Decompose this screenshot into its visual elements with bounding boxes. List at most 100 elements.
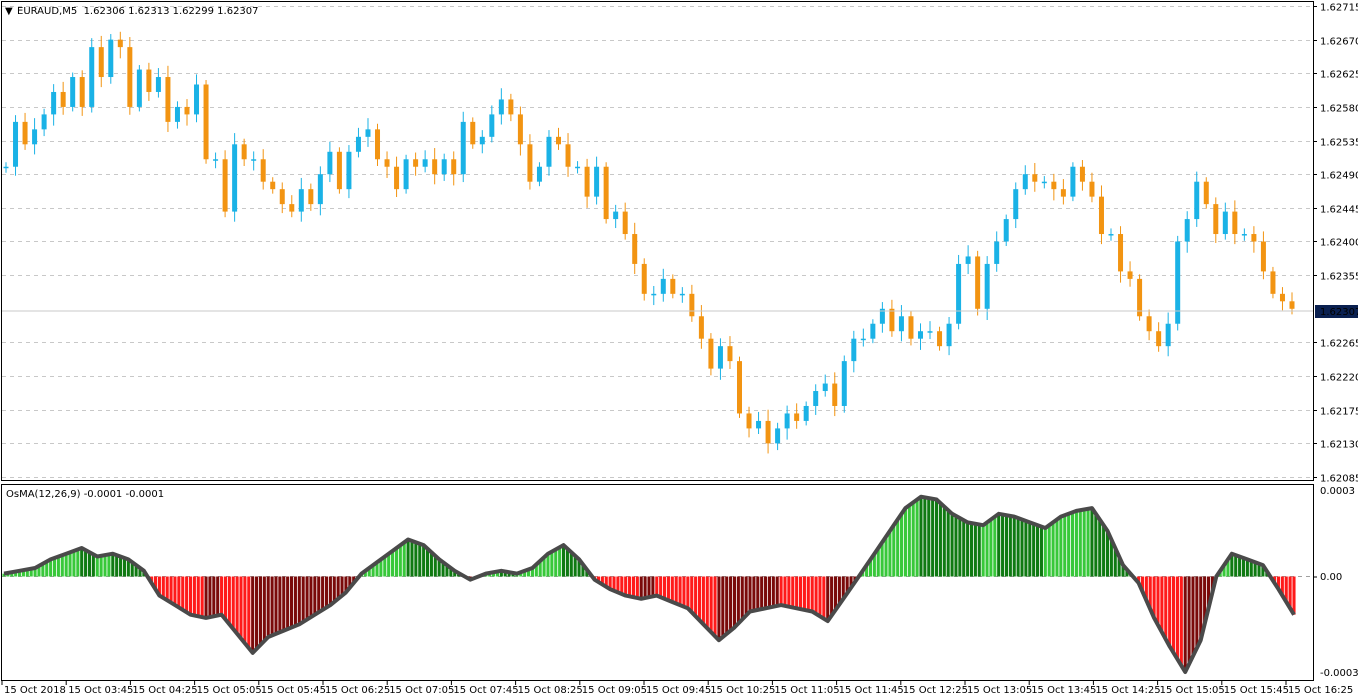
candle [241, 138, 247, 166]
candle-body [136, 69, 142, 107]
osma-bar [966, 522, 970, 577]
candle [1175, 235, 1181, 331]
osma-bar [80, 548, 84, 577]
candle [1079, 160, 1085, 191]
indicator-axis: 0.0003 0.00 -0.0003 [1313, 486, 1358, 679]
symbol-info: EURAUD,M5 1.62306 1.62313 1.62299 1.6230… [17, 6, 259, 17]
osma-bar [247, 576, 251, 649]
price-tick-label: 1.62220 [1320, 373, 1358, 384]
candle-body [108, 39, 114, 78]
candle [1108, 228, 1114, 241]
candle [108, 34, 114, 84]
osma-bar [235, 576, 239, 634]
candle-body [784, 413, 790, 429]
osma-bar [725, 576, 729, 634]
osma-bar [810, 576, 814, 612]
candle [70, 72, 76, 112]
symbol-arrow: ▼ [5, 6, 13, 17]
osma-bar [1238, 556, 1242, 577]
osma-bar [740, 576, 744, 620]
candle-body [689, 293, 695, 317]
osma-bar [68, 552, 72, 577]
osma-bar [1098, 519, 1102, 577]
osma-bar [1012, 516, 1016, 577]
candle-body [70, 77, 76, 107]
osma-bar [173, 576, 177, 606]
osma-bar [907, 505, 911, 577]
time-tick-label: 15 Oct 06:25 [325, 685, 390, 696]
candle-body [575, 166, 581, 169]
candle [365, 118, 371, 147]
indicator-tick-zero: 0.00 [1320, 572, 1342, 583]
osma-bar [985, 522, 989, 577]
candle-body [889, 308, 895, 332]
candle [1070, 162, 1076, 202]
osma-bar [651, 576, 655, 597]
candle-body [975, 256, 981, 309]
osma-bar [208, 576, 212, 618]
osma-bar [266, 576, 270, 637]
candle [346, 145, 352, 199]
osma-bar [91, 554, 95, 577]
osma-bar [697, 576, 702, 621]
osma-bar [830, 576, 834, 616]
candle-body [1060, 189, 1066, 197]
time-tick-label: 15 Oct 16:25 [1288, 685, 1353, 696]
osma-bar [1094, 513, 1098, 577]
price-tick-label: 1.62445 [1320, 205, 1358, 216]
osma-bar [981, 525, 985, 577]
time-tick-label: 15 Oct 15:05 [1160, 685, 1225, 696]
candle [898, 305, 904, 342]
osma-bar [934, 499, 939, 577]
osma-bar [216, 576, 220, 616]
osma-bar [87, 552, 92, 577]
osma-bar [1016, 518, 1020, 577]
osma-bar [394, 548, 398, 577]
osma-bar [425, 548, 430, 577]
candle [184, 99, 190, 126]
osma-bar [115, 555, 119, 577]
candle-body [679, 293, 685, 296]
candle-body [956, 263, 962, 324]
osma-bar [410, 540, 414, 577]
candle-body [89, 47, 95, 107]
osma-bar [1245, 559, 1249, 577]
osma-bar [1164, 576, 1168, 640]
price-tick-label: 1.62535 [1320, 138, 1358, 149]
osma-bar [923, 497, 927, 577]
osma-bar [946, 510, 950, 577]
candle [1165, 312, 1171, 357]
candle [1118, 226, 1124, 283]
candle-body [22, 121, 28, 145]
candle [594, 156, 600, 205]
osma-bar [185, 576, 189, 613]
osma-bar [752, 576, 756, 611]
osma-bar [1039, 526, 1043, 577]
price-tick-label: 1.62580 [1320, 104, 1358, 115]
osma-bar [1175, 576, 1179, 660]
candle [1098, 185, 1104, 245]
osma-bar [705, 576, 709, 629]
time-tick-label: 15 Oct 13:05 [967, 685, 1032, 696]
candle-body [813, 391, 819, 406]
osma-bar [239, 576, 243, 639]
osma-bar [255, 576, 259, 649]
candle-body [1003, 219, 1009, 242]
candle-body [317, 174, 323, 205]
osma-bar [1063, 515, 1067, 577]
osma-bar [161, 576, 165, 598]
time-tick-label: 15 Oct 13:45 [1031, 685, 1096, 696]
osma-bar [721, 576, 725, 637]
osma-bar [795, 576, 799, 609]
candle-body [1165, 323, 1171, 347]
candle [460, 111, 466, 183]
candle [803, 401, 809, 426]
candle [289, 195, 295, 218]
candle [575, 161, 581, 174]
candle-body [289, 204, 295, 212]
candle-body [203, 84, 209, 160]
osma-bar [1070, 512, 1075, 577]
candle [736, 356, 742, 418]
candle [136, 65, 142, 112]
candle-body [336, 151, 342, 190]
